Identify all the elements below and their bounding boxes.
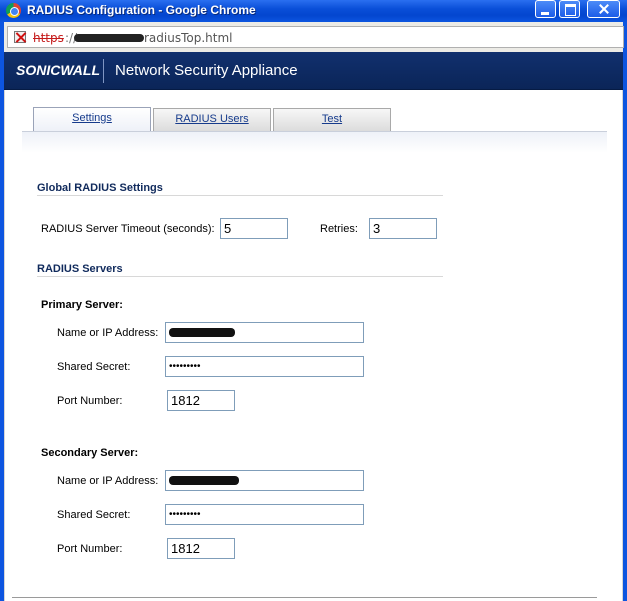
primary-name-input[interactable] — [165, 322, 364, 343]
maximize-button[interactable] — [559, 0, 580, 18]
chrome-icon — [6, 3, 21, 18]
address-bar: https :// radiusTop.html — [0, 22, 627, 52]
primary-server-heading: Primary Server: — [41, 299, 123, 311]
secondary-secret-input[interactable]: ••••••••• — [165, 504, 364, 525]
logo-divider — [103, 59, 104, 83]
header-banner: SONICWALL Network Security Appliance — [4, 52, 623, 90]
secondary-port-label: Port Number: — [57, 543, 123, 555]
insecure-lock-icon[interactable] — [14, 31, 26, 43]
tab-strip — [22, 131, 607, 153]
product-name: Network Security Appliance — [115, 62, 298, 79]
timeout-label: RADIUS Server Timeout (seconds): — [41, 223, 215, 235]
secondary-secret-label: Shared Secret: — [57, 509, 131, 521]
redacted-address — [169, 476, 239, 485]
redacted-address — [169, 328, 235, 337]
secondary-name-label: Name or IP Address: — [57, 475, 159, 487]
tab-test[interactable]: Test — [273, 108, 391, 131]
primary-secret-input[interactable]: ••••••••• — [165, 356, 364, 377]
url-path: radiusTop.html — [144, 31, 233, 45]
tab-settings[interactable]: Settings — [33, 107, 151, 131]
secondary-port-input[interactable] — [167, 538, 235, 559]
close-button[interactable] — [587, 0, 620, 18]
radius-servers-heading: RADIUS Servers — [37, 263, 123, 275]
url-field[interactable]: https :// radiusTop.html — [7, 26, 624, 48]
window-titlebar: RADIUS Configuration - Google Chrome — [0, 0, 627, 22]
window-title: RADIUS Configuration - Google Chrome — [27, 3, 256, 17]
section-divider — [37, 276, 443, 277]
secondary-name-input[interactable] — [165, 470, 364, 491]
primary-port-label: Port Number: — [57, 395, 123, 407]
retries-input[interactable] — [369, 218, 437, 239]
retries-label: Retries: — [320, 223, 358, 235]
sonicwall-logo: SONICWALL — [16, 62, 100, 78]
timeout-input[interactable] — [220, 218, 288, 239]
tab-radius-users[interactable]: RADIUS Users — [153, 108, 271, 131]
minimize-button[interactable] — [535, 0, 556, 18]
url-scheme: https — [33, 31, 64, 45]
section-divider — [37, 195, 443, 196]
primary-name-label: Name or IP Address: — [57, 327, 159, 339]
url-redacted-host — [74, 34, 144, 42]
footer-divider — [12, 597, 597, 598]
window-right-border — [623, 52, 627, 601]
primary-port-input[interactable] — [167, 390, 235, 411]
global-settings-heading: Global RADIUS Settings — [37, 182, 163, 194]
primary-secret-label: Shared Secret: — [57, 361, 131, 373]
secondary-server-heading: Secondary Server: — [41, 447, 139, 459]
